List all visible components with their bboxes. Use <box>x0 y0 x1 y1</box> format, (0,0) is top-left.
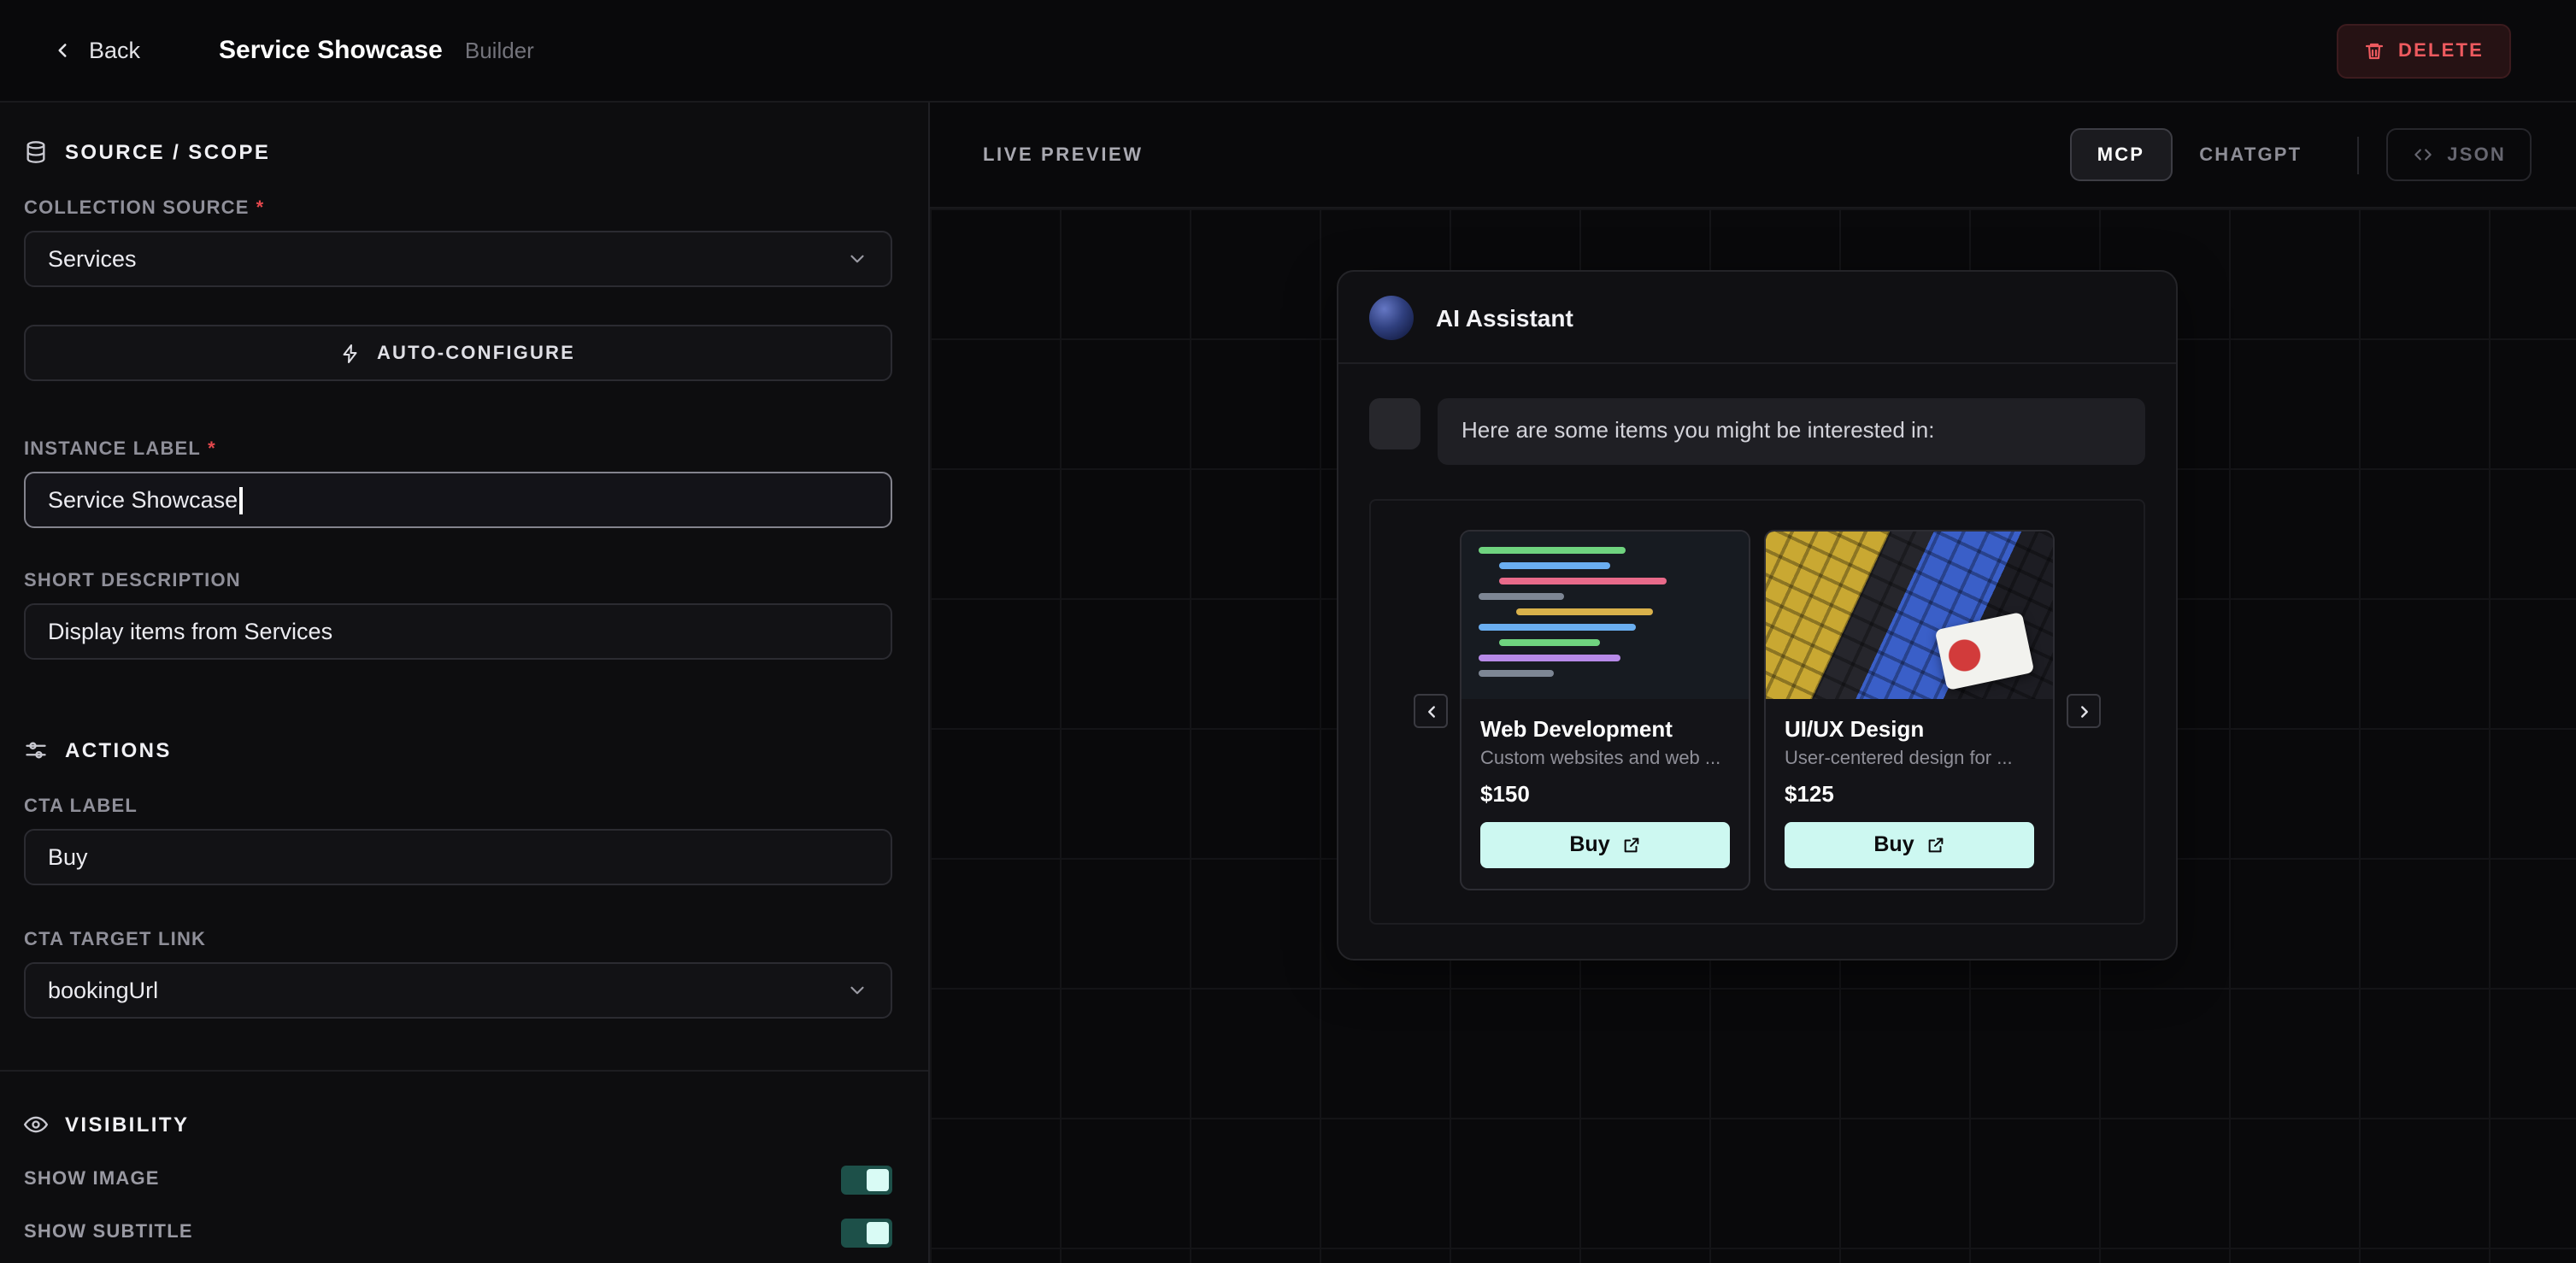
show-image-label: SHOW IMAGE <box>24 1169 160 1190</box>
lightning-icon <box>341 343 362 363</box>
page-title: Service Showcase <box>219 36 443 65</box>
toggle-row: SHOW SUBTITLE <box>24 1217 892 1248</box>
cta-label-input[interactable]: Buy <box>24 829 892 885</box>
buy-label: Buy <box>1569 833 1609 857</box>
section-title: SOURCE / SCOPE <box>65 140 270 164</box>
preview-topbar: LIVE PREVIEW MCP CHATGPT JSON <box>930 103 2576 209</box>
buy-label: Buy <box>1873 833 1914 857</box>
assistant-name: AI Assistant <box>1436 303 1573 331</box>
product-image-uiux-design <box>1766 532 2053 699</box>
actions-section-header: ACTIONS <box>24 738 892 762</box>
buy-button[interactable]: Buy <box>1480 822 1730 868</box>
page-subtitle: Builder <box>465 38 534 63</box>
json-button[interactable]: JSON <box>2385 128 2532 181</box>
code-icon <box>2411 144 2433 166</box>
carousel-next-button[interactable] <box>2067 695 2101 729</box>
product-price: $125 <box>1785 781 2034 807</box>
product-subtitle: Custom websites and web ... <box>1480 749 1730 769</box>
external-link-icon <box>1926 836 1945 855</box>
collection-source-select[interactable]: Services <box>24 231 892 287</box>
required-asterisk: * <box>208 439 216 460</box>
product-content: UI/UX Design User-centered design for ..… <box>1766 699 2053 889</box>
tab-chatgpt[interactable]: CHATGPT <box>2172 128 2329 181</box>
buy-button[interactable]: Buy <box>1785 822 2034 868</box>
eye-icon <box>24 1113 48 1137</box>
product-content: Web Development Custom websites and web … <box>1461 699 1749 889</box>
product-carousel: Web Development Custom websites and web … <box>1369 499 2145 925</box>
back-button[interactable]: Back <box>51 38 140 63</box>
show-image-toggle[interactable] <box>841 1165 892 1194</box>
short-description-label: SHORT DESCRIPTION <box>24 571 892 591</box>
toggle-row: SHOW IMAGE <box>24 1164 892 1195</box>
source-scope-section-header: SOURCE / SCOPE <box>24 140 892 164</box>
assistant-message-row: Here are some items you might be interes… <box>1369 398 2145 465</box>
app-root: Back Service Showcase Builder DELETE SOU… <box>0 0 2576 1263</box>
external-link-icon <box>1622 836 1641 855</box>
instance-label-label: INSTANCE LABEL * <box>24 439 892 460</box>
section-divider <box>0 1070 928 1072</box>
carousel-prev-button[interactable] <box>1414 695 1448 729</box>
product-title: Web Development <box>1480 716 1730 742</box>
short-description-input[interactable]: Display items from Services <box>24 603 892 660</box>
sidebar: SOURCE / SCOPE COLLECTION SOURCE * Servi… <box>0 103 930 1263</box>
product-price: $150 <box>1480 781 1730 807</box>
text-caret <box>239 486 242 514</box>
visibility-section-header: VISIBILITY <box>24 1113 892 1137</box>
tab-mcp[interactable]: MCP <box>2070 128 2173 181</box>
delete-button[interactable]: DELETE <box>2337 23 2511 78</box>
database-icon <box>24 140 48 164</box>
trash-icon <box>2364 40 2385 61</box>
preview-controls: MCP CHATGPT JSON <box>2070 128 2532 181</box>
auto-configure-label: AUTO-CONFIGURE <box>377 343 575 363</box>
assistant-body: Here are some items you might be interes… <box>1338 364 2176 959</box>
cta-label-label: CTA LABEL <box>24 796 892 817</box>
show-subtitle-label: SHOW SUBTITLE <box>24 1222 193 1242</box>
live-preview-label: LIVE PREVIEW <box>983 144 1144 165</box>
instance-label-input[interactable]: Service Showcase <box>24 472 892 528</box>
chevron-down-icon <box>846 248 868 270</box>
code-art <box>1461 532 1749 692</box>
sliders-icon <box>24 738 48 762</box>
product-image-web-development <box>1461 532 1749 699</box>
cta-target-link-label: CTA TARGET LINK <box>24 930 892 950</box>
product-subtitle: User-centered design for ... <box>1785 749 2034 769</box>
cta-label-value: Buy <box>48 844 88 870</box>
chevron-left-icon <box>51 39 74 62</box>
section-title: ACTIONS <box>65 738 172 762</box>
required-asterisk: * <box>256 198 265 219</box>
assistant-message: Here are some items you might be interes… <box>1438 398 2145 465</box>
delete-label: DELETE <box>2398 40 2484 61</box>
vertical-divider <box>2356 136 2358 173</box>
show-subtitle-toggle[interactable] <box>841 1218 892 1247</box>
assistant-avatar <box>1369 295 1414 339</box>
chevron-down-icon <box>846 979 868 1002</box>
message-avatar <box>1369 398 1420 449</box>
preview-panel: LIVE PREVIEW MCP CHATGPT JSON AI Assista… <box>930 103 2576 1263</box>
json-button-label: JSON <box>2447 144 2506 165</box>
assistant-header: AI Assistant <box>1338 272 2176 364</box>
product-card: UI/UX Design User-centered design for ..… <box>1764 530 2055 890</box>
cta-target-link-select[interactable]: bookingUrl <box>24 962 892 1019</box>
ai-assistant-widget: AI Assistant Here are some items you mig… <box>1337 270 2178 960</box>
section-title: VISIBILITY <box>65 1113 189 1137</box>
cta-target-link-value: bookingUrl <box>48 978 158 1003</box>
auto-configure-button[interactable]: AUTO-CONFIGURE <box>24 325 892 381</box>
product-card: Web Development Custom websites and web … <box>1460 530 1750 890</box>
back-label: Back <box>89 38 140 63</box>
product-title: UI/UX Design <box>1785 716 2034 742</box>
topbar: Back Service Showcase Builder DELETE <box>0 0 2576 103</box>
collection-source-value: Services <box>48 246 137 272</box>
collection-source-label: COLLECTION SOURCE * <box>24 198 892 219</box>
instance-label-value: Service Showcase <box>48 487 238 513</box>
preview-canvas: AI Assistant Here are some items you mig… <box>930 209 2576 1263</box>
short-description-value: Display items from Services <box>48 619 332 644</box>
